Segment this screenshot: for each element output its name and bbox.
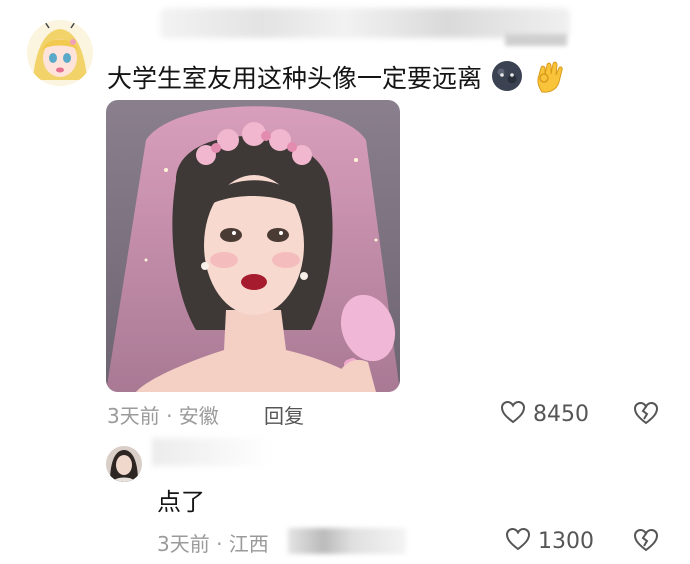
broken-heart-icon	[632, 528, 660, 558]
heart-icon	[504, 525, 532, 557]
reply-text: 点了	[157, 488, 205, 516]
reply-button[interactable]: 回复	[264, 400, 304, 429]
like-button[interactable]: 8450	[499, 398, 589, 430]
reply-like-count: 1300	[538, 528, 594, 554]
reply-username-blurred	[152, 438, 272, 466]
reply-button-blurred	[288, 528, 406, 554]
new-moon-face-icon	[490, 59, 524, 101]
reply-like-button[interactable]: 1300	[504, 525, 594, 557]
reply-time-location: 3天前 · 江西	[157, 532, 269, 556]
reply-avatar[interactable]	[106, 446, 142, 482]
comment-image[interactable]	[106, 100, 400, 392]
reply-dislike-button[interactable]	[632, 526, 660, 558]
broken-heart-icon	[632, 401, 660, 431]
comment-text-row: 大学生室友用这种头像一定要远离	[107, 58, 568, 102]
commenter-avatar[interactable]	[27, 20, 93, 86]
dislike-button[interactable]	[632, 399, 660, 431]
ok-hand-icon	[532, 58, 568, 102]
like-count: 8450	[533, 401, 589, 427]
comment-text: 大学生室友用这种头像一定要远离	[107, 64, 483, 93]
heart-icon	[499, 398, 527, 430]
username-blurred-fragment	[505, 34, 567, 46]
comment-time-location: 3天前 · 安徽	[107, 404, 219, 428]
